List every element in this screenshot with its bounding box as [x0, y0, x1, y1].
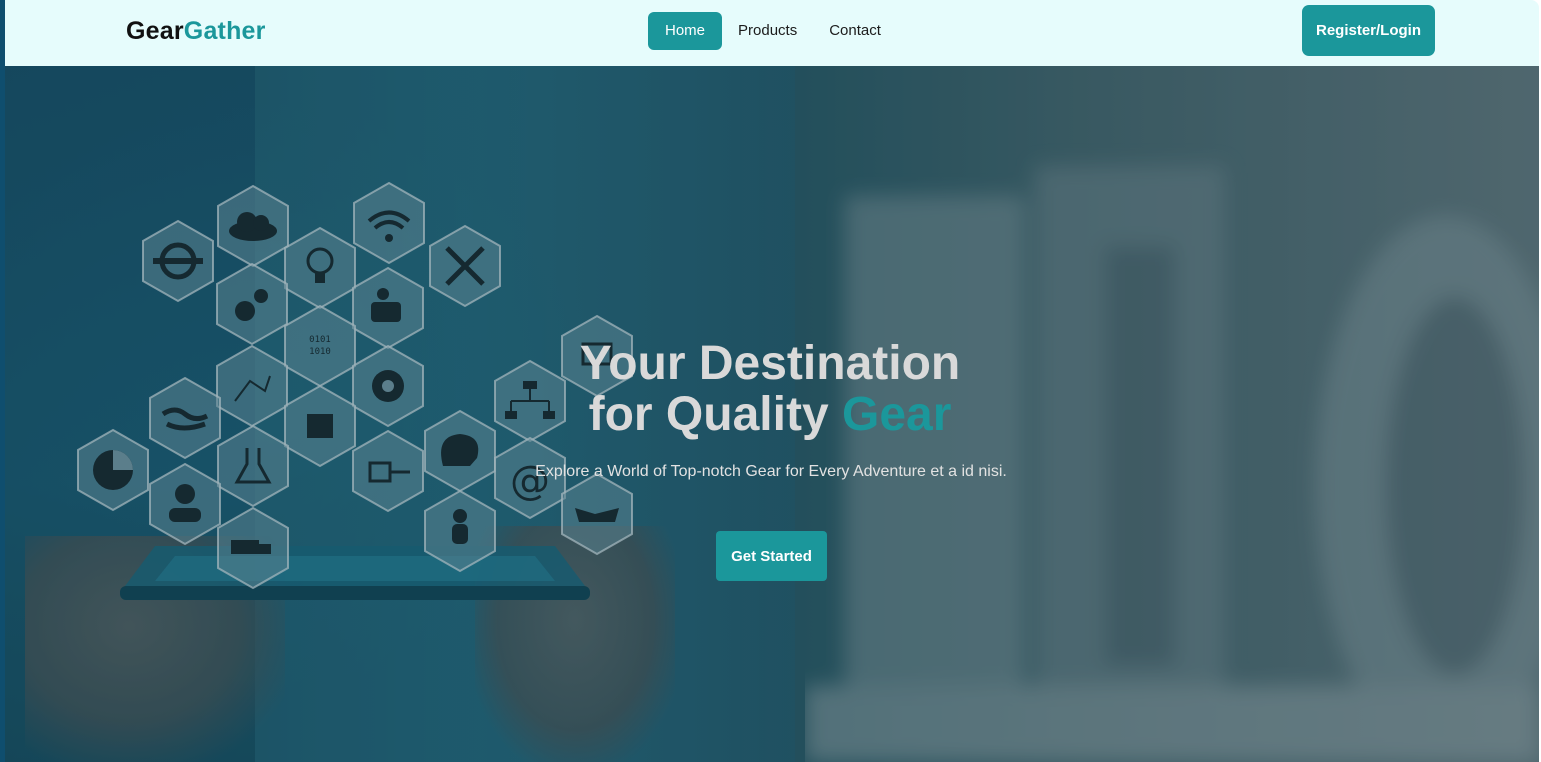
- hero-headline: Your Destination for Quality Gear: [525, 338, 1015, 440]
- hero-headline-accent: Gear: [841, 388, 952, 441]
- hero-headline-line1: Your Destination: [579, 337, 961, 390]
- hero-headline-line2: for Quality: [588, 388, 829, 441]
- brand-logo-part1: Gear: [126, 17, 184, 45]
- get-started-button[interactable]: Get Started: [716, 531, 827, 581]
- register-login-button[interactable]: Register/Login: [1302, 5, 1435, 56]
- nav-link-contact[interactable]: Contact: [813, 12, 897, 50]
- hero-section: 0101 1010 @ Your Destination for Quality…: [5, 66, 1539, 762]
- brand-logo-part2: Gather: [183, 17, 266, 45]
- nav-links: Home Products Contact: [648, 12, 897, 50]
- hero-subtext: Explore a World of Top-notch Gear for Ev…: [535, 463, 1007, 480]
- hero-content: Your Destination for Quality Gear Explor…: [5, 66, 1539, 762]
- nav-link-products[interactable]: Products: [722, 12, 813, 50]
- brand-logo[interactable]: GearGather: [126, 17, 266, 46]
- browser-viewport: GearGather Home Products Contact Registe…: [0, 0, 1541, 762]
- navbar: GearGather Home Products Contact Registe…: [5, 0, 1539, 66]
- nav-link-home[interactable]: Home: [648, 12, 723, 50]
